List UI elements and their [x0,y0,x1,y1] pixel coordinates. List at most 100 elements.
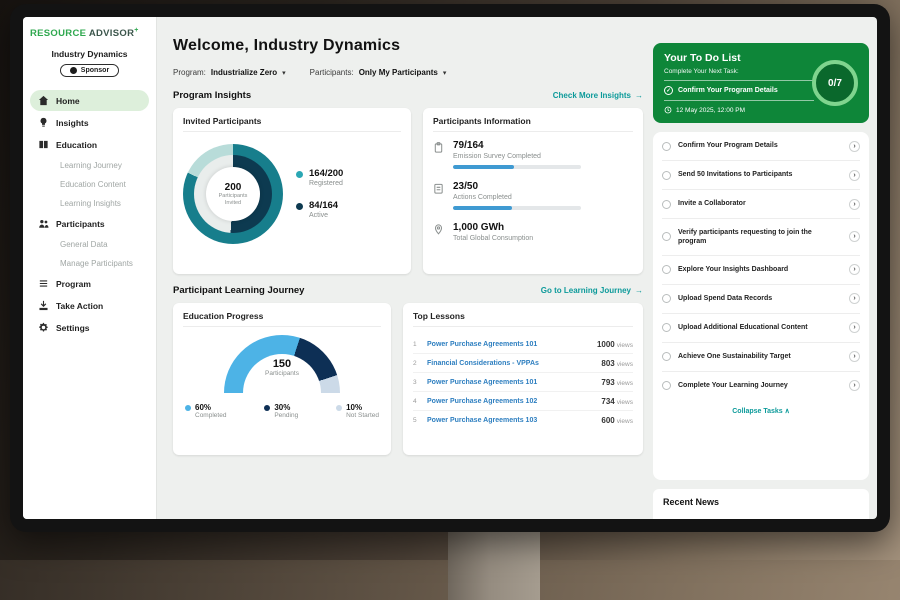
task-row[interactable]: Invite a Collaborator › [662,190,860,219]
lesson-views: 793views [601,378,633,387]
go-to-learning-journey-link[interactable]: Go to Learning Journey → [541,286,643,295]
lesson-link[interactable]: Power Purchase Agreements 101 [427,379,595,386]
due-date: 12 May 2025, 12:00 PM [676,107,745,114]
task-row[interactable]: Achieve One Sustainability Target › [662,343,860,372]
sidebar-item-general-data[interactable]: General Data [30,235,149,253]
task-checkbox[interactable] [662,323,671,332]
gauge-value: 150 [224,358,340,370]
participants-filter-dropdown[interactable]: Participants: Only My Participants ▾ [310,68,447,77]
legend-label: Not Started [346,412,379,419]
chevron-right-icon[interactable]: › [849,351,860,362]
chevron-right-icon[interactable]: › [849,322,860,333]
due-date-row: 12 May 2025, 12:00 PM [664,106,858,114]
chevron-right-icon[interactable]: › [849,141,860,152]
section-title: Participant Learning Journey [173,285,304,296]
stat-value: 79/164 [453,140,581,151]
task-list-card: Confirm Your Program Details › Send 50 I… [653,132,869,480]
lesson-views: 803views [601,359,633,368]
chevron-right-icon[interactable]: › [849,264,860,275]
task-checkbox[interactable] [662,265,671,274]
recent-news-header[interactable]: Recent News [653,489,869,519]
legend-item-pending: 30% Pending [264,403,298,419]
task-checkbox[interactable] [662,352,671,361]
check-more-insights-link[interactable]: Check More Insights → [553,91,643,100]
chevron-down-icon: ▾ [282,69,286,77]
sidebar-item-insights[interactable]: Insights [30,112,149,133]
sidebar-item-education-content[interactable]: Education Content [30,175,149,193]
task-label: Complete Your Learning Journey [678,381,842,390]
sidebar-item-home[interactable]: Home [30,90,149,111]
sidebar-item-program[interactable]: Program [30,273,149,294]
lesson-link[interactable]: Financial Considerations - VPPAs [427,360,595,367]
invited-donut-center: 200 Participants Invited [206,167,260,221]
chevron-right-icon[interactable]: › [849,231,860,242]
chevron-right-icon[interactable]: › [849,380,860,391]
legend-label: Registered [309,180,343,187]
stat-actions-completed: 23/50 Actions Completed [433,181,633,210]
task-row[interactable]: Explore Your Insights Dashboard › [662,256,860,285]
task-label: Send 50 Invitations to Participants [678,170,842,179]
sidebar-item-manage-participants[interactable]: Manage Participants [30,254,149,272]
sidebar-item-label: Program [56,279,91,289]
task-row[interactable]: Send 50 Invitations to Participants › [662,161,860,190]
chevron-right-icon[interactable]: › [849,170,860,181]
sidebar-item-settings[interactable]: Settings [30,317,149,338]
program-filter-value: Industrialize Zero [211,68,277,77]
lesson-row: 5 Power Purchase Agreements 103 600views [413,411,633,429]
lesson-row: 2 Financial Considerations - VPPAs 803vi… [413,354,633,373]
task-checkbox[interactable] [662,200,671,209]
task-checkbox[interactable] [662,171,671,180]
card-title: Education Progress [183,311,381,327]
task-label: Achieve One Sustainability Target [678,352,842,361]
checklist-icon [433,182,444,195]
invited-participants-card: Invited Participants 200 Participants In… [173,108,411,274]
task-label: Confirm Your Program Details [678,141,842,150]
donut-center-label: Participants Invited [213,193,253,207]
clock-icon [664,106,672,114]
lesson-link[interactable]: Power Purchase Agreements 102 [427,398,595,405]
lesson-link[interactable]: Power Purchase Agreements 103 [427,417,595,424]
legend-value: 10% [346,403,379,412]
sponsor-icon [70,67,77,74]
sidebar-item-learning-journey[interactable]: Learning Journey [30,156,149,174]
legend-label: Active [309,212,338,219]
invited-donut-wrap: 200 Participants Invited 164/200 Registe… [183,140,401,244]
legend-value: 164/200 [309,169,343,180]
stat-emission-survey: 79/164 Emission Survey Completed [433,140,633,169]
stat-value: 1,000 GWh [453,222,533,233]
participants-information-card: Participants Information 79/164 Emission… [423,108,643,274]
top-lessons-card: Top Lessons 1 Power Purchase Agreements … [403,303,643,455]
sponsor-badge: Sponsor [60,64,119,77]
education-progress-card: Education Progress 150 Participants 60% [173,303,391,455]
task-row[interactable]: Confirm Your Program Details › [662,132,860,161]
task-checkbox[interactable] [662,232,671,241]
task-row[interactable]: Upload Spend Data Records › [662,285,860,314]
sidebar-item-learning-insights[interactable]: Learning Insights [30,194,149,212]
program-filter-label: Program: [173,68,206,77]
chevron-right-icon[interactable]: › [849,293,860,304]
task-checkbox[interactable] [662,381,671,390]
brand-primary: RESOURCE [30,28,86,39]
link-label: Go to Learning Journey [541,286,631,295]
lesson-rank: 4 [413,398,421,405]
task-row[interactable]: Upload Additional Educational Content › [662,314,860,343]
monitor-stand [448,530,540,600]
participants-filter-value: Only My Participants [359,68,438,77]
program-filter-dropdown[interactable]: Program: Industrialize Zero ▾ [173,68,286,77]
task-checkbox[interactable] [662,294,671,303]
task-checkbox[interactable] [662,142,671,151]
sidebar-item-participants[interactable]: Participants [30,213,149,234]
gear-icon [38,322,49,333]
lesson-link[interactable]: Power Purchase Agreements 101 [427,341,591,348]
progress-fill [453,206,512,210]
sidebar-item-education[interactable]: Education [30,134,149,155]
dashboard-screen: RESOURCE ADVISOR+ Industry Dynamics Spon… [23,17,877,519]
task-row[interactable]: Complete Your Learning Journey › [662,372,860,400]
sidebar-item-take-action[interactable]: Take Action [30,295,149,316]
chevron-right-icon[interactable]: › [849,199,860,210]
todo-summary-card: Your To Do List Complete Your Next Task:… [653,43,869,123]
book-icon [38,139,49,150]
collapse-tasks-link[interactable]: Collapse Tasks ∧ [662,400,860,421]
task-row[interactable]: Verify participants requesting to join t… [662,219,860,256]
next-task-row[interactable]: ✓ Confirm Your Program Details [664,80,814,101]
